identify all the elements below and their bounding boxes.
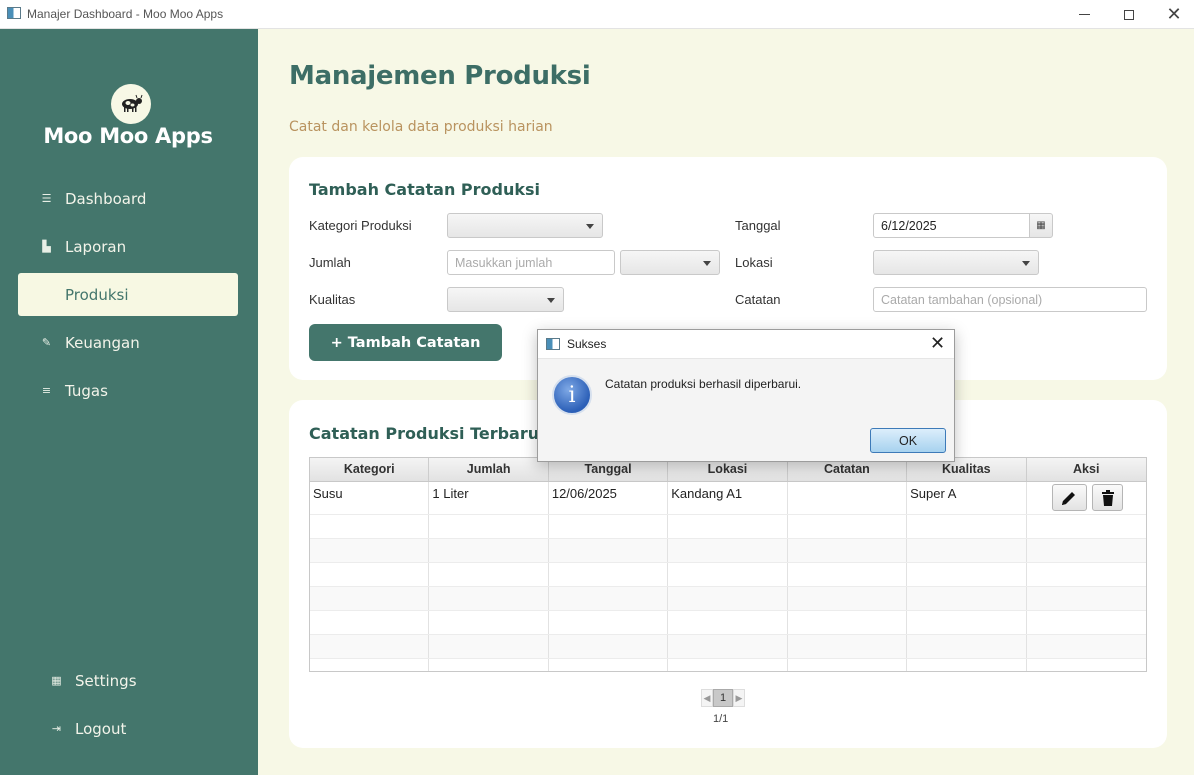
chart-icon: ▙ [42,240,51,253]
pagination: ◀ 1 ▶ [701,689,745,707]
chevron-right-icon: ▶ [735,692,743,703]
cell-kualitas: Super A [907,482,1027,514]
tasks-icon: ≡ [41,384,52,397]
dialog-title: Sukses [567,337,607,351]
minimize-icon [1078,14,1090,15]
chevron-left-icon: ◀ [703,692,711,703]
jumlah-input[interactable]: Masukkan jumlah [447,250,615,275]
page-subtitle: Catat dan kelola data produksi harian [289,119,553,135]
brand-name: Moo Moo Apps [43,124,213,148]
tanggal-input[interactable]: 6/12/2025 [873,213,1030,238]
ok-button[interactable]: OK [870,428,946,453]
column-header[interactable]: Kategori [310,458,430,481]
jumlah-label: Jumlah [309,255,351,270]
add-record-button[interactable]: + Tambah Catatan [309,324,502,361]
sidebar-item-laporan[interactable]: ▙ Laporan [18,225,238,268]
kualitas-select[interactable] [447,287,564,312]
delete-button[interactable] [1092,484,1124,511]
sidebar-item-dashboard[interactable]: ☰ Dashboard [18,177,238,220]
money-icon: ✎ [41,336,52,349]
window-title: Manajer Dashboard - Moo Moo Apps [27,7,224,21]
settings-icon: ▦ [51,674,62,687]
cell-kategori: Susu [310,482,430,514]
dialog-titlebar: Sukses ✕ [538,330,954,359]
lokasi-label: Lokasi [735,255,773,270]
column-header[interactable]: Jumlah [429,458,549,481]
cell-aksi [1027,482,1146,514]
records-title: Catatan Produksi Terbaru [309,424,540,443]
kategori-label: Kategori Produksi [309,218,412,233]
maximize-button[interactable] [1106,0,1152,29]
sidebar-item-label: Dashboard [65,189,147,208]
dialog-message: Catatan produksi berhasil diperbarui. [605,377,802,391]
table-row-empty [310,515,1146,539]
sidebar-item-label: Laporan [65,237,127,256]
cell-catatan [788,482,908,514]
sidebar-item-label: Logout [75,719,127,738]
success-dialog: Sukses ✕ i Catatan produksi berhasil dip… [537,329,955,462]
sidebar-item-label: Settings [75,671,137,690]
column-header[interactable]: Aksi [1027,458,1146,481]
table-row-empty [310,539,1146,563]
kualitas-label: Kualitas [309,292,356,307]
window-titlebar: Manajer Dashboard - Moo Moo Apps ✕ [0,0,1194,29]
logout-icon: ⇥ [51,722,62,735]
table-row-empty [310,587,1146,611]
sidebar-item-produksi[interactable]: Produksi [18,273,238,316]
table-row-empty [310,659,1146,671]
cell-jumlah: 1 Liter [429,482,549,514]
maximize-icon [1124,9,1134,20]
lokasi-select[interactable] [873,250,1039,275]
next-page-button[interactable]: ▶ [733,689,745,707]
kategori-select[interactable] [447,213,603,238]
close-window-button[interactable]: ✕ [1151,0,1194,29]
dashboard-icon: ☰ [41,192,52,205]
table-row-empty [310,611,1146,635]
calendar-button[interactable]: ▦ [1029,213,1053,238]
sidebar-item-settings[interactable]: ▦ Settings [18,659,238,702]
form-title: Tambah Catatan Produksi [309,180,541,199]
sidebar-item-logout[interactable]: ⇥ Logout [18,707,238,750]
close-icon: ✕ [1166,3,1182,25]
calendar-icon: ▦ [1036,220,1046,231]
sidebar-item-label: Keuangan [65,333,140,352]
page-info: 1/1 [713,713,729,725]
tanggal-label: Tanggal [735,218,781,233]
info-icon: i [552,375,592,415]
app-window-icon [7,7,21,19]
sidebar-item-label: Produksi [65,285,129,304]
prev-page-button[interactable]: ◀ [701,689,713,707]
page-title: Manajemen Produksi [289,61,591,91]
sidebar-item-tugas[interactable]: ≡ Tugas [18,369,238,412]
minimize-button[interactable] [1061,0,1107,29]
app-window-icon [546,338,560,350]
catatan-input[interactable]: Catatan tambahan (opsional) [873,287,1147,312]
cow-logo-icon [111,84,151,124]
table-row-empty [310,635,1146,659]
records-table: Kategori Jumlah Tanggal Lokasi Catatan K… [309,457,1147,672]
unit-select[interactable] [620,250,720,275]
edit-button[interactable] [1051,484,1087,511]
catatan-label: Catatan [735,292,781,307]
dialog-close-button[interactable]: ✕ [930,333,945,354]
trash-icon [1101,489,1114,506]
table-row[interactable]: Susu 1 Liter 12/06/2025 Kandang A1 Super… [310,482,1146,515]
page-number-button[interactable]: 1 [713,689,733,707]
table-row-empty [310,563,1146,587]
sidebar: Moo Moo Apps ☰ Dashboard ▙ Laporan Produ… [0,29,258,775]
add-record-label: + Tambah Catatan [330,334,481,351]
cell-tanggal: 12/06/2025 [549,482,669,514]
pencil-icon [1062,491,1076,505]
sidebar-item-label: Tugas [65,381,108,400]
cell-lokasi: Kandang A1 [668,482,788,514]
sidebar-item-keuangan[interactable]: ✎ Keuangan [18,321,238,364]
